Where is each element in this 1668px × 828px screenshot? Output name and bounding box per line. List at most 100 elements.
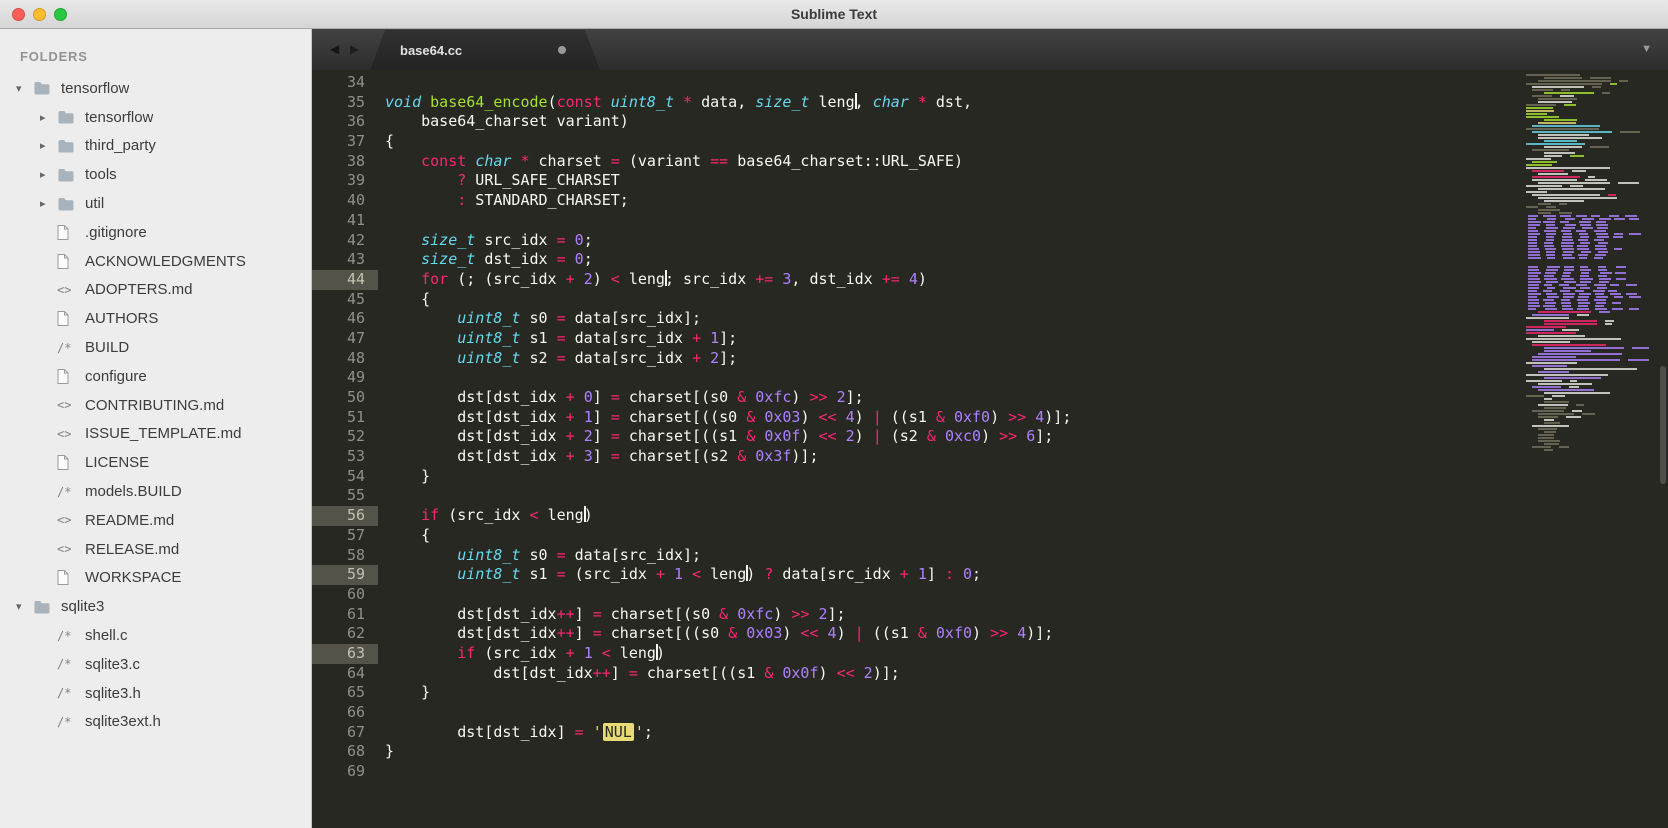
tab-overflow-icon[interactable]: ▼ (1641, 43, 1652, 55)
line-number[interactable]: 68 (312, 742, 378, 762)
line-number[interactable]: 50 (312, 388, 378, 408)
code-line-57[interactable]: { (385, 526, 1668, 546)
tree-folder-tools[interactable]: ▸ tools (0, 160, 311, 189)
zoom-button[interactable] (54, 7, 67, 21)
code-line-58[interactable]: uint8_t s0 = data[src_idx]; (385, 546, 1668, 566)
tree-file-LICENSE[interactable]: LICENSE (0, 448, 311, 477)
code-line-53[interactable]: dst[dst_idx + 3] = charset[(s2 & 0x3f)]; (385, 447, 1668, 467)
code-line-45[interactable]: { (385, 290, 1668, 310)
line-number[interactable]: 63 (312, 643, 378, 664)
line-number[interactable]: 67 (312, 723, 378, 743)
minimize-button[interactable] (33, 7, 46, 21)
tree-file-AUTHORS[interactable]: AUTHORS (0, 304, 311, 333)
tree-folder-tensorflow[interactable]: ▾ tensorflow (0, 74, 311, 103)
tree-file-ADOPTERS.md[interactable]: <> ADOPTERS.md (0, 276, 311, 305)
code-line-55[interactable] (385, 486, 1668, 506)
line-number[interactable]: 46 (312, 309, 378, 329)
line-number[interactable]: 52 (312, 427, 378, 447)
minimap[interactable] (1522, 74, 1652, 452)
nav-back-icon[interactable]: ◀ (330, 42, 339, 56)
line-number[interactable]: 38 (312, 152, 378, 172)
tree-file-sqlite3.c[interactable]: /* sqlite3.c (0, 650, 311, 679)
code-line-40[interactable]: : STANDARD_CHARSET; (385, 191, 1668, 211)
scrollbar-thumb[interactable] (1660, 366, 1666, 484)
tree-file-models.BUILD[interactable]: /* models.BUILD (0, 477, 311, 506)
line-number[interactable]: 47 (312, 329, 378, 349)
tree-file-ISSUE_TEMPLATE.md[interactable]: <> ISSUE_TEMPLATE.md (0, 420, 311, 449)
close-button[interactable] (12, 7, 25, 21)
line-number[interactable]: 37 (312, 132, 378, 152)
titlebar[interactable]: Sublime Text (0, 0, 1668, 29)
tree-file-README.md[interactable]: <> README.md (0, 506, 311, 535)
code-line-65[interactable]: } (385, 683, 1668, 703)
line-number[interactable]: 61 (312, 605, 378, 625)
tree-file-WORKSPACE[interactable]: WORKSPACE (0, 564, 311, 593)
code-line-47[interactable]: uint8_t s1 = data[src_idx + 1]; (385, 329, 1668, 349)
line-number[interactable]: 45 (312, 290, 378, 310)
line-number[interactable]: 34 (312, 73, 378, 93)
line-number[interactable]: 51 (312, 408, 378, 428)
code-line-44[interactable]: for (; (src_idx + 2) < leng; src_idx += … (385, 269, 1668, 290)
chevron-right-icon[interactable]: ▸ (40, 111, 57, 124)
code-line-39[interactable]: ? URL_SAFE_CHARSET (385, 171, 1668, 191)
line-number[interactable]: 69 (312, 762, 378, 782)
code-line-54[interactable]: } (385, 467, 1668, 487)
code-line-41[interactable] (385, 211, 1668, 231)
tree-folder-third_party[interactable]: ▸ third_party (0, 132, 311, 161)
line-number[interactable]: 66 (312, 703, 378, 723)
tree-folder-tensorflow[interactable]: ▸ tensorflow (0, 103, 311, 132)
tree-file-configure[interactable]: configure (0, 362, 311, 391)
nav-forward-icon[interactable]: ▶ (350, 42, 359, 56)
tree-file-sqlite3.h[interactable]: /* sqlite3.h (0, 679, 311, 708)
line-number[interactable]: 41 (312, 211, 378, 231)
code-line-62[interactable]: dst[dst_idx++] = charset[((s0 & 0x03) <<… (385, 624, 1668, 644)
line-number[interactable]: 59 (312, 565, 378, 585)
chevron-down-icon[interactable]: ▾ (16, 82, 33, 95)
line-number[interactable]: 53 (312, 447, 378, 467)
tree-folder-util[interactable]: ▸ util (0, 189, 311, 218)
tree-file-CONTRIBUTING.md[interactable]: <> CONTRIBUTING.md (0, 391, 311, 420)
line-number[interactable]: 64 (312, 664, 378, 684)
tree-folder-sqlite3[interactable]: ▾ sqlite3 (0, 592, 311, 621)
code-line-37[interactable]: { (385, 132, 1668, 152)
code-line-51[interactable]: dst[dst_idx + 1] = charset[((s0 & 0x03) … (385, 408, 1668, 428)
code-line-43[interactable]: size_t dst_idx = 0; (385, 250, 1668, 270)
tree-file-.gitignore[interactable]: .gitignore (0, 218, 311, 247)
code-line-68[interactable]: } (385, 742, 1668, 762)
code-line-66[interactable] (385, 703, 1668, 723)
chevron-right-icon[interactable]: ▸ (40, 168, 57, 181)
code-line-35[interactable]: void base64_encode(const uint8_t * data,… (385, 92, 1668, 113)
scrollbar[interactable] (1658, 70, 1668, 828)
code-line-48[interactable]: uint8_t s2 = data[src_idx + 2]; (385, 349, 1668, 369)
line-number[interactable]: 48 (312, 349, 378, 369)
tree-file-ACKNOWLEDGMENTS[interactable]: ACKNOWLEDGMENTS (0, 247, 311, 276)
line-number[interactable]: 56 (312, 506, 378, 526)
code-line-42[interactable]: size_t src_idx = 0; (385, 231, 1668, 251)
line-number[interactable]: 65 (312, 683, 378, 703)
code-line-64[interactable]: dst[dst_idx++] = charset[((s1 & 0x0f) <<… (385, 664, 1668, 684)
tab-base64cc[interactable]: base64.cc (370, 30, 600, 70)
line-number[interactable]: 49 (312, 368, 378, 388)
code-line-61[interactable]: dst[dst_idx++] = charset[(s0 & 0xfc) >> … (385, 605, 1668, 625)
chevron-down-icon[interactable]: ▾ (16, 600, 33, 613)
code-line-69[interactable] (385, 762, 1668, 782)
line-number[interactable]: 58 (312, 546, 378, 566)
line-number[interactable]: 40 (312, 191, 378, 211)
code-line-50[interactable]: dst[dst_idx + 0] = charset[(s0 & 0xfc) >… (385, 388, 1668, 408)
line-number[interactable]: 42 (312, 231, 378, 251)
code-line-63[interactable]: if (src_idx + 1 < leng) (385, 643, 1668, 664)
line-number[interactable]: 57 (312, 526, 378, 546)
tree-file-BUILD[interactable]: /* BUILD (0, 333, 311, 362)
line-number[interactable]: 43 (312, 250, 378, 270)
line-number[interactable]: 39 (312, 171, 378, 191)
tree-file-RELEASE.md[interactable]: <> RELEASE.md (0, 535, 311, 564)
line-number[interactable]: 54 (312, 467, 378, 487)
code-line-67[interactable]: dst[dst_idx] = ' NUL '; (385, 722, 1668, 743)
code-area[interactable]: void base64_encode(const uint8_t * data,… (378, 70, 1668, 828)
chevron-right-icon[interactable]: ▸ (40, 197, 57, 210)
line-number[interactable]: 35 (312, 93, 378, 113)
code-line-59[interactable]: uint8_t s1 = (src_idx + 1 < leng) ? data… (385, 565, 1668, 585)
code-line-38[interactable]: const char * charset = (variant == base6… (385, 152, 1668, 172)
line-number[interactable]: 62 (312, 624, 378, 644)
code-line-36[interactable]: base64_charset variant) (385, 112, 1668, 132)
